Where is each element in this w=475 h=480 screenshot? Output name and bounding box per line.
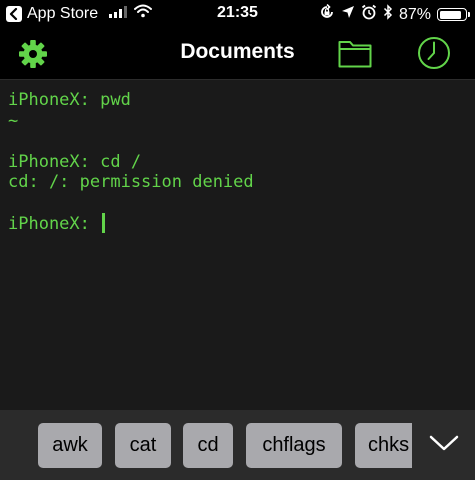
command-key[interactable]: cd	[183, 423, 233, 468]
status-right: 87%	[319, 3, 470, 25]
terminal-line: iPhoneX: cd /	[8, 151, 142, 172]
terminal-line: iPhoneX: pwd	[8, 90, 131, 110]
text-cursor	[102, 213, 106, 233]
command-suggestion-bar: awk cat cd chflags chks	[0, 410, 475, 480]
clock-icon	[417, 37, 451, 74]
terminal-view[interactable]: iPhoneX: pwd ~ iPhoneX: cd / cd: /: perm…	[0, 80, 475, 410]
terminal-prompt: iPhoneX:	[8, 214, 101, 234]
battery-percent: 87%	[398, 5, 431, 23]
terminal-input-line[interactable]: iPhoneX:	[8, 213, 467, 234]
dismiss-keyboard-button[interactable]	[412, 410, 475, 480]
nav-bar: Documents	[0, 28, 475, 80]
folder-icon	[338, 41, 372, 72]
bluetooth-icon	[383, 4, 393, 25]
folder-button[interactable]	[338, 38, 372, 73]
battery-icon	[437, 8, 470, 21]
status-bar: App Store 21:35 87%	[0, 0, 475, 28]
page-title: Documents	[180, 40, 295, 63]
command-key[interactable]: awk	[38, 423, 102, 468]
chevron-down-icon	[428, 433, 460, 458]
alarm-icon	[361, 4, 377, 25]
terminal-line: ~	[8, 110, 19, 131]
screen: App Store 21:35 87% Documents iPhoneX: p…	[0, 0, 475, 480]
terminal-line: cd: /: permission denied	[8, 172, 254, 192]
location-icon	[341, 5, 355, 24]
rotation-lock-icon	[319, 3, 335, 25]
command-key[interactable]: chflags	[246, 423, 342, 468]
command-key[interactable]: cat	[115, 423, 171, 468]
history-button[interactable]	[417, 36, 451, 75]
